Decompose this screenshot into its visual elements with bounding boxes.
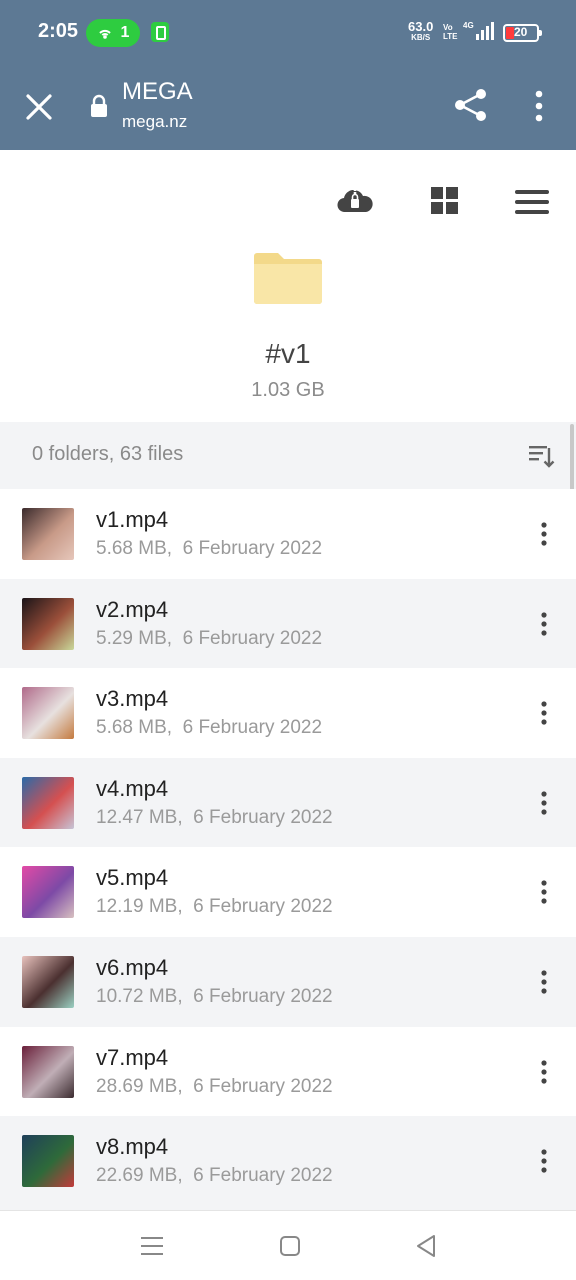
folder-summary: 0 folders, 63 files [0, 422, 576, 488]
file-name: v1.mp4 [96, 507, 169, 532]
file-meta: 28.69 MB, 6 February 2022 [96, 1076, 333, 1098]
volte-indicator: Vo LTE [443, 23, 458, 41]
folder-icon [254, 253, 322, 304]
file-row[interactable]: v7.mp4 28.69 MB, 6 February 2022 [0, 1026, 576, 1117]
file-date: 6 February 2022 [182, 538, 323, 559]
file-date: 6 February 2022 [182, 717, 323, 739]
file-name: v6.mp4 [96, 954, 169, 980]
close-icon[interactable] [22, 90, 56, 124]
file-row[interactable]: v8.mp4 22.69 MB, 6 February 2022 [0, 1116, 576, 1206]
file-size: 10.72 MB, [96, 985, 183, 1007]
grid-view-icon[interactable] [430, 186, 460, 216]
file-row[interactable]: v6.mp4 10.72 MB, 6 February 2022 [0, 936, 576, 1027]
status-time: 2:05 [38, 20, 79, 42]
file-more-icon[interactable] [532, 520, 556, 548]
file-date: 6 February 2022 [193, 1165, 333, 1187]
file-size: 12.19 MB, [96, 896, 183, 918]
file-more-icon[interactable] [532, 1147, 556, 1175]
volte-top: Vo [443, 23, 453, 32]
file-more-icon[interactable] [532, 699, 556, 727]
lock-icon [91, 94, 107, 117]
app-notification-icon [151, 22, 169, 42]
home-icon[interactable] [278, 1234, 302, 1258]
file-thumbnail[interactable] [22, 508, 74, 560]
file-thumbnail[interactable] [22, 866, 74, 919]
back-icon[interactable] [414, 1233, 438, 1259]
file-meta: 10.72 MB, 6 February 2022 [96, 986, 333, 1008]
file-meta: 5.29 MB, 6 February 2022 [96, 628, 322, 650]
hotspot-icon [98, 29, 111, 39]
file-size: 5.29 MB, [96, 627, 173, 649]
file-size: 5.68 MB, [96, 717, 173, 739]
battery-level: 20 [514, 25, 528, 39]
sort-icon[interactable] [527, 442, 555, 470]
network-speed: 63.0 KB/S [408, 20, 433, 43]
system-nav-bar [0, 1210, 576, 1280]
file-more-icon[interactable] [532, 610, 556, 638]
file-row[interactable]: v3.mp4 5.68 MB, 6 February 2022 [0, 668, 576, 758]
file-size: 12.47 MB, [96, 806, 183, 828]
file-more-icon[interactable] [532, 968, 556, 996]
file-name: v3.mp4 [96, 686, 169, 712]
share-icon[interactable] [452, 86, 490, 124]
file-row[interactable]: v1.mp4 5.68 MB, 6 February 2022 [0, 489, 576, 579]
file-thumbnail[interactable] [22, 776, 74, 829]
page-url[interactable]: mega.nz [122, 112, 187, 132]
file-more-icon[interactable] [532, 789, 556, 817]
battery-icon: 20 [503, 24, 542, 42]
status-bar: 2:05 1 63.0 KB/S Vo LTE 4G 20 [0, 0, 576, 66]
hamburger-menu-icon[interactable] [513, 188, 551, 216]
file-name: v8.mp4 [96, 1134, 169, 1160]
recents-icon[interactable] [140, 1235, 164, 1257]
file-meta: 12.19 MB, 6 February 2022 [96, 896, 333, 918]
file-name: v7.mp4 [96, 1044, 169, 1070]
file-row[interactable]: v5.mp4 12.19 MB, 6 February 2022 [0, 847, 576, 937]
folder-name: #v1 [265, 338, 311, 369]
file-meta: 12.47 MB, 6 February 2022 [96, 807, 333, 829]
page-title: MEGA [122, 78, 193, 105]
file-more-icon[interactable] [532, 1058, 556, 1086]
file-meta: 5.68 MB, 6 February 2022 [96, 538, 322, 560]
file-size: 28.69 MB, [96, 1075, 183, 1097]
file-name: v4.mp4 [96, 775, 169, 801]
cloud-lock-icon[interactable] [336, 186, 374, 216]
file-row[interactable]: v4.mp4 12.47 MB, 6 February 2022 [0, 757, 576, 848]
network-speed-unit: KB/S [411, 33, 431, 42]
file-thumbnail[interactable] [22, 597, 74, 650]
file-name: v2.mp4 [96, 596, 169, 622]
hotspot-count: 1 [120, 24, 130, 41]
file-row[interactable]: v2.mp4 5.29 MB, 6 February 2022 [0, 578, 576, 669]
folder-size: 1.03 GB [251, 379, 325, 401]
file-name: v5.mp4 [96, 865, 169, 891]
file-thumbnail[interactable] [22, 687, 74, 740]
file-meta: 5.68 MB, 6 February 2022 [96, 717, 322, 739]
file-date: 6 February 2022 [193, 896, 333, 918]
signal-icon: 4G [463, 21, 494, 40]
more-vertical-icon[interactable] [526, 88, 552, 124]
file-thumbnail[interactable] [22, 955, 74, 1008]
browser-toolbar: MEGA mega.nz [0, 66, 576, 150]
file-meta: 22.69 MB, 6 February 2022 [96, 1165, 333, 1187]
file-list: v1.mp4 5.68 MB, 6 February 2022 v2.mp4 5.29… [0, 489, 576, 1206]
file-date: 6 February 2022 [193, 985, 333, 1007]
file-count: 0 folders, 63 files [32, 443, 184, 465]
file-size: 5.68 MB, [96, 538, 173, 559]
file-thumbnail[interactable] [22, 1045, 74, 1098]
hotspot-badge: 1 [86, 19, 140, 47]
file-size: 22.69 MB, [96, 1165, 183, 1187]
file-date: 6 February 2022 [193, 1075, 333, 1097]
file-more-icon[interactable] [532, 878, 556, 906]
folder-header: #v1 1.03 GB [0, 150, 576, 422]
volte-bottom: LTE [443, 32, 458, 41]
network-type: 4G [463, 21, 474, 30]
file-date: 6 February 2022 [193, 806, 333, 828]
file-thumbnail[interactable] [22, 1135, 74, 1188]
file-date: 6 February 2022 [182, 627, 323, 649]
